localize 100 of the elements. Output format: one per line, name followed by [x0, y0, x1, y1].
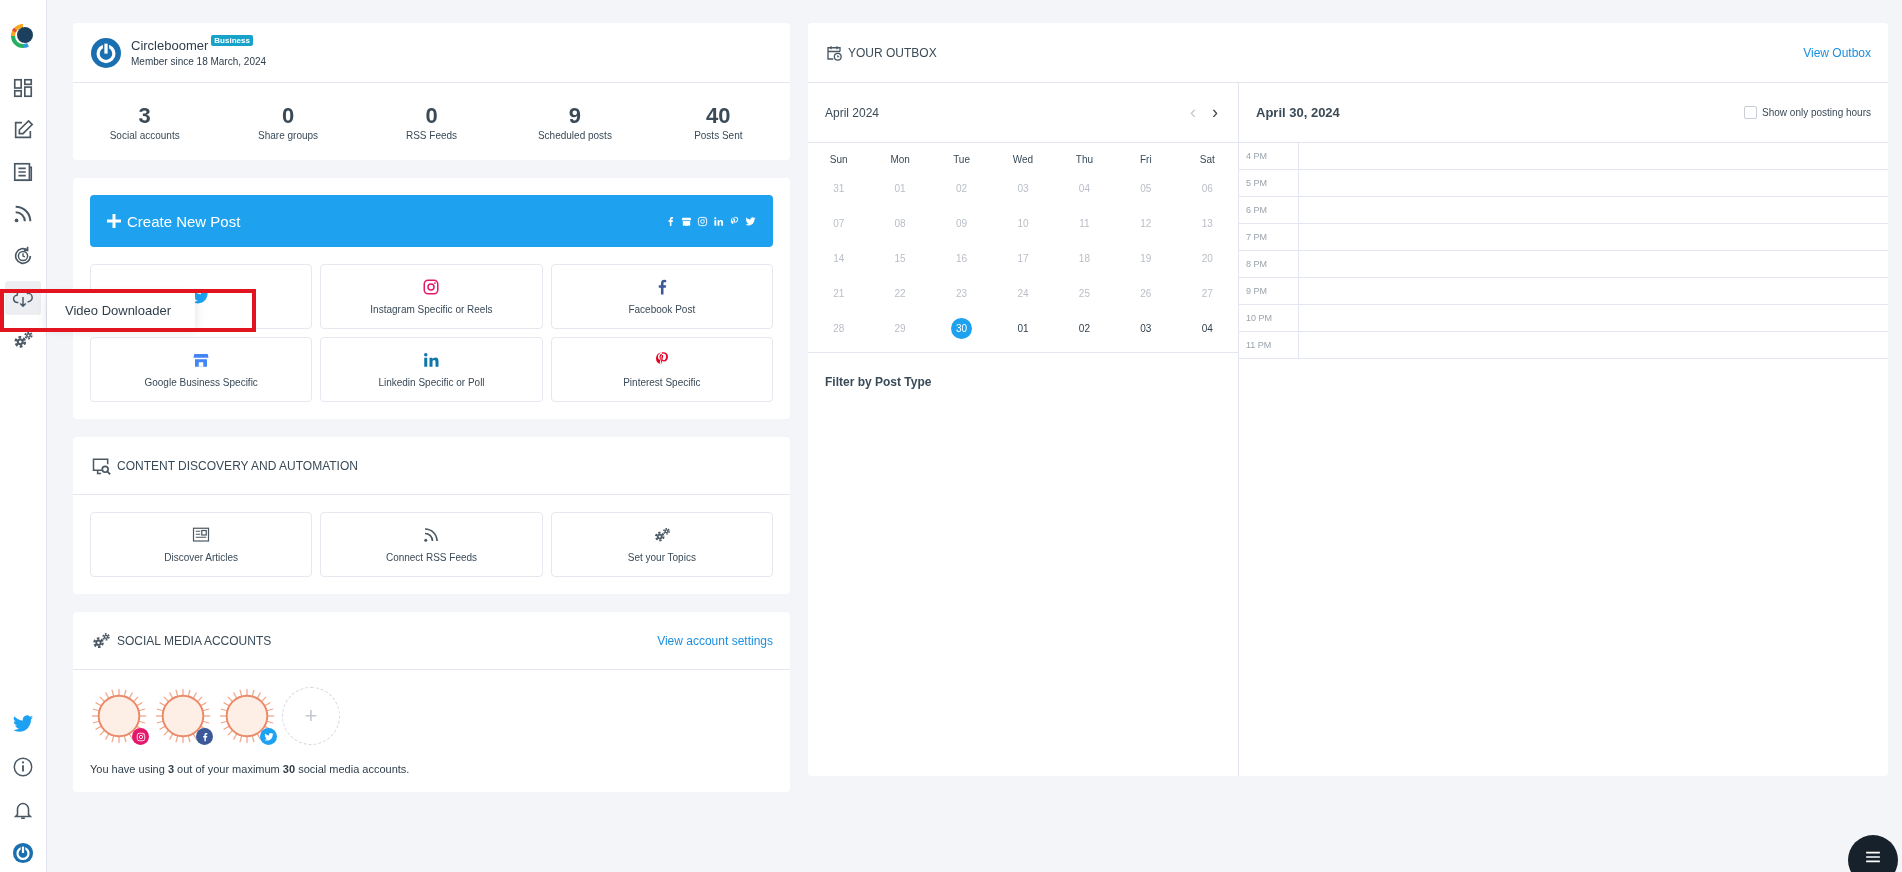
- calendar-day[interactable]: 20: [1196, 248, 1218, 269]
- calendar-day[interactable]: 26: [1135, 283, 1157, 304]
- hour-label: 10 PM: [1239, 305, 1299, 331]
- stat-value: 0: [425, 102, 438, 129]
- calendar-day[interactable]: 23: [951, 283, 973, 304]
- add-account-button[interactable]: +: [282, 687, 340, 745]
- hour-label: 4 PM: [1239, 143, 1299, 169]
- hour-label: 11 PM: [1239, 332, 1299, 358]
- previous-month-button[interactable]: ‹: [1187, 102, 1199, 123]
- newspaper-icon: [192, 526, 211, 544]
- post-type-tile[interactable]: Facebook Post: [550, 264, 773, 329]
- tile-label: Set your Topics: [627, 552, 696, 563]
- calendar-day[interactable]: 01: [1012, 318, 1034, 339]
- calendar-day[interactable]: 07: [828, 213, 850, 234]
- calendar-day[interactable]: 02: [1073, 318, 1095, 339]
- calendar-day[interactable]: 17: [1012, 248, 1034, 269]
- hour-label: 8 PM: [1239, 251, 1299, 277]
- calendar-day[interactable]: 25: [1073, 283, 1095, 304]
- calendar-day[interactable]: 13: [1196, 213, 1218, 234]
- section-title: SOCIAL MEDIA ACCOUNTS: [117, 633, 272, 648]
- stat-label: Share groups: [258, 129, 319, 141]
- post-type-tile[interactable]: Instagram Specific or Reels: [320, 264, 543, 329]
- calendar-day[interactable]: 31: [828, 178, 850, 199]
- calendar-day[interactable]: 19: [1135, 248, 1157, 269]
- accounts-usage-text: You have using 3 out of your maximum 30 social media accounts.: [90, 763, 411, 775]
- tile-label: Discover Articles: [164, 552, 239, 563]
- next-month-button[interactable]: ›: [1209, 102, 1221, 123]
- tile-label: Google Business Specific: [144, 377, 258, 388]
- weekday-label: Fri: [1139, 153, 1153, 167]
- rss-icon: [422, 526, 441, 544]
- instagram-icon: [697, 215, 708, 227]
- calendar-day[interactable]: 10: [1012, 213, 1034, 234]
- calendar-day[interactable]: 01: [889, 178, 911, 199]
- calendar-day[interactable]: 15: [889, 248, 911, 269]
- stat-value: 40: [706, 102, 731, 129]
- avatar[interactable]: [154, 687, 212, 745]
- post-type-tile[interactable]: Pinterest Specific: [550, 337, 773, 402]
- view-outbox-link[interactable]: View Outbox: [1803, 45, 1871, 60]
- calendar-day[interactable]: 06: [1196, 178, 1218, 199]
- bird-icon[interactable]: [12, 713, 34, 735]
- stat-label: Scheduled posts: [537, 129, 612, 141]
- calendar-day[interactable]: 30: [951, 318, 973, 339]
- selected-date: April 30, 2024: [1256, 105, 1340, 120]
- calendar-day[interactable]: 04: [1196, 318, 1218, 339]
- pinterest-icon: [729, 215, 740, 227]
- post-type-tile[interactable]: Linkedin Specific or Poll: [320, 337, 543, 402]
- tile-label: Facebook Post: [628, 304, 696, 315]
- stat-label: Social accounts: [109, 129, 180, 141]
- stat-label: RSS Feeds: [405, 129, 458, 141]
- calendar-day[interactable]: 22: [889, 283, 911, 304]
- calendar-day[interactable]: 29: [889, 318, 911, 339]
- dashboard-icon: [12, 77, 34, 99]
- calendar-day[interactable]: 03: [1135, 318, 1157, 339]
- calendar-day[interactable]: 24: [1012, 283, 1034, 304]
- calendar-day[interactable]: 12: [1135, 213, 1157, 234]
- calendar-day[interactable]: 02: [951, 178, 973, 199]
- section-title: CONTENT DISCOVERY AND AUTOMATION: [117, 458, 358, 473]
- hour-label: 6 PM: [1239, 197, 1299, 223]
- discovery-tile[interactable]: Set your Topics: [550, 512, 773, 577]
- newspaper-icon: [12, 161, 34, 183]
- checkbox-label: Show only posting hours: [1762, 107, 1871, 118]
- post-type-tile[interactable]: Google Business Specific: [90, 337, 313, 402]
- calendar-day[interactable]: 05: [1135, 178, 1157, 199]
- tile-label: Pinterest Specific: [623, 377, 701, 388]
- storefront-icon: [681, 215, 692, 227]
- checkbox[interactable]: [1744, 106, 1758, 119]
- calendar-day[interactable]: 16: [951, 248, 973, 269]
- rss-icon: [12, 203, 34, 225]
- menu-button[interactable]: [1848, 835, 1898, 872]
- member-since: Member since 18 March, 2024: [131, 56, 267, 67]
- avatar[interactable]: [218, 687, 276, 745]
- plus-icon: [107, 214, 121, 228]
- filter-heading: Filter by Post Type: [824, 374, 933, 391]
- calendar-day[interactable]: 21: [828, 283, 850, 304]
- discovery-tile[interactable]: Discover Articles: [90, 512, 313, 577]
- power-icon[interactable]: [12, 842, 34, 864]
- info-icon[interactable]: [12, 756, 34, 778]
- calendar-day[interactable]: 14: [828, 248, 850, 269]
- calendar-day[interactable]: 18: [1073, 248, 1095, 269]
- calendar-day[interactable]: 09: [951, 213, 973, 234]
- bird-icon: [745, 215, 756, 227]
- menu-icon: [1866, 851, 1880, 863]
- discovery-tile[interactable]: Connect RSS Feeds: [320, 512, 543, 577]
- calendar-day[interactable]: 11: [1073, 213, 1095, 234]
- create-post-button[interactable]: Create New Post: [90, 195, 773, 247]
- calendar-day[interactable]: 03: [1012, 178, 1034, 199]
- gears-icon: [90, 630, 112, 651]
- weekday-label: Mon: [889, 153, 911, 167]
- avatar[interactable]: [90, 687, 148, 745]
- calendar-day[interactable]: 28: [828, 318, 850, 339]
- gears-icon: [12, 329, 34, 351]
- calendar-day[interactable]: 08: [889, 213, 911, 234]
- stat-value: 0: [282, 102, 295, 129]
- calendar-day[interactable]: 04: [1073, 178, 1095, 199]
- stat-value: 3: [138, 102, 151, 129]
- calendar-day[interactable]: 27: [1196, 283, 1218, 304]
- account-settings-link[interactable]: View account settings: [657, 633, 773, 648]
- calendar-month: April 2024: [825, 105, 880, 120]
- storefront-icon: [192, 351, 211, 369]
- linkedin-icon: [713, 215, 724, 227]
